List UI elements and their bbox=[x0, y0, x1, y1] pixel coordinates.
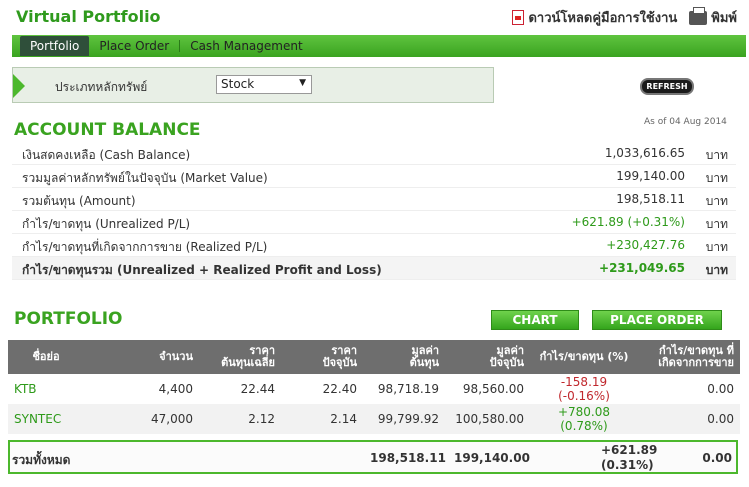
printer-icon bbox=[689, 6, 708, 25]
balance-unit: บาท bbox=[705, 240, 728, 254]
balance-label: กำไร/ขาดทุน (Unrealized P/L) bbox=[22, 217, 191, 231]
balance-row-realized: กำไร/ขาดทุนที่เกิดจากการขาย (Realized P/… bbox=[12, 234, 736, 257]
tab-place-order[interactable]: Place Order bbox=[89, 36, 179, 56]
header-line: ปัจจุบัน bbox=[322, 356, 357, 369]
chart-button[interactable]: CHART bbox=[491, 310, 579, 330]
pl-percent: (0.78%) bbox=[560, 419, 608, 433]
col-header-avg-cost: ราคา ต้นทุนเฉลี่ย bbox=[199, 340, 281, 374]
symbol-link[interactable]: SYNTEC bbox=[8, 404, 84, 434]
account-balance-list: เงินสดคงเหลือ (Cash Balance) 1,033,616.6… bbox=[12, 142, 736, 280]
pl-cell: +780.08 (0.78%) bbox=[530, 404, 638, 434]
balance-label: เงินสดคงเหลือ (Cash Balance) bbox=[22, 148, 191, 162]
market-value-cell: 98,560.00 bbox=[462, 382, 524, 396]
chevron-down-icon: ▼ bbox=[299, 78, 306, 88]
col-header-current-price: ราคา ปัจจุบัน bbox=[281, 340, 363, 374]
security-type-label: ประเภทหลักทรัพย์ bbox=[55, 80, 148, 94]
place-order-button[interactable]: PLACE ORDER bbox=[592, 310, 722, 330]
balance-label: รวมมูลค่าหลักทรัพย์ในปัจจุบัน (Market Va… bbox=[22, 171, 268, 185]
header-line: ปัจจุบัน bbox=[489, 356, 524, 369]
header-line: ต้นทุนเฉลี่ย bbox=[221, 356, 275, 369]
total-pl-percent: (0.31%) bbox=[601, 458, 654, 472]
balance-value: 198,518.11 bbox=[616, 192, 685, 206]
download-manual-label: ดาวน์โหลดคู่มือการใช้งาน bbox=[528, 11, 678, 26]
balance-row-cash: เงินสดคงเหลือ (Cash Balance) 1,033,616.6… bbox=[12, 142, 736, 165]
table-row: KTB 4,400 22.44 22.40 98,718.19 98,560.0… bbox=[8, 374, 740, 404]
pl-amount: -158.19 bbox=[560, 375, 608, 389]
realized-pl-cell: 0.00 bbox=[707, 382, 734, 396]
col-header-symbol: ชื่อย่อ bbox=[8, 340, 84, 374]
total-market-value: 199,140.00 bbox=[454, 451, 530, 465]
balance-label: กำไร/ขาดทุนที่เกิดจากการขาย (Realized P/… bbox=[22, 240, 268, 254]
col-header-cost-value: มูลค่า ต้นทุน bbox=[363, 340, 445, 374]
balance-unit: บาท bbox=[705, 263, 728, 277]
print-label: พิมพ์ bbox=[711, 11, 737, 26]
col-header-market-value: มูลค่า ปัจจุบัน bbox=[445, 340, 530, 374]
balance-unit: บาท bbox=[705, 217, 728, 231]
portfolio-total-row: รวมทั้งหมด 198,518.11 199,140.00 +621.89… bbox=[8, 440, 738, 474]
avg-cost-cell: 2.12 bbox=[199, 404, 281, 434]
print-link[interactable]: พิมพ์ bbox=[689, 6, 737, 28]
total-pl-amount: +621.89 bbox=[601, 443, 658, 457]
table-row: SYNTEC 47,000 2.12 2.14 99,799.92 100,58… bbox=[8, 404, 740, 434]
total-realized-pl: 0.00 bbox=[702, 451, 732, 465]
balance-value: 1,033,616.65 bbox=[604, 146, 685, 160]
download-manual-link[interactable]: ดาวน์โหลดคู่มือการใช้งาน bbox=[512, 7, 677, 28]
balance-value: +231,049.65 bbox=[599, 261, 685, 275]
portfolio-title: PORTFOLIO bbox=[14, 309, 123, 329]
tab-portfolio[interactable]: Portfolio bbox=[20, 36, 90, 56]
market-value-cell: 100,580.00 bbox=[445, 404, 530, 434]
as-of-date: As of 04 Aug 2014 bbox=[644, 117, 727, 127]
quantity-cell: 47,000 bbox=[84, 404, 199, 434]
avg-cost-cell: 22.44 bbox=[240, 382, 275, 396]
app-title: Virtual Portfolio bbox=[16, 7, 161, 26]
current-price-cell: 22.40 bbox=[322, 382, 357, 396]
balance-unit: บาท bbox=[705, 148, 728, 162]
balance-row-market-value: รวมมูลค่าหลักทรัพย์ในปัจจุบัน (Market Va… bbox=[12, 165, 736, 188]
realized-pl-cell: 0.00 bbox=[638, 404, 740, 434]
refresh-button[interactable]: REFRESH bbox=[640, 78, 694, 95]
cost-value-cell: 98,718.19 bbox=[377, 382, 439, 396]
total-label: รวมทั้งหมด bbox=[12, 453, 71, 467]
total-cost-value: 198,518.11 bbox=[370, 451, 446, 465]
balance-row-amount: รวมต้นทุน (Amount) 198,518.11 บาท bbox=[12, 188, 736, 211]
symbol-link[interactable]: KTB bbox=[8, 374, 84, 404]
balance-unit: บาท bbox=[705, 171, 728, 185]
total-pl: +621.89 (0.31%) bbox=[566, 443, 657, 472]
pl-percent: (-0.16%) bbox=[558, 389, 610, 403]
balance-value: +621.89 (+0.31%) bbox=[571, 215, 685, 229]
main-nav: Portfolio Place Order Cash Management bbox=[12, 35, 746, 57]
balance-unit: บาท bbox=[705, 194, 728, 208]
pl-cell: -158.19 (-0.16%) bbox=[530, 374, 638, 404]
header-line: เกิดจากการขาย bbox=[658, 356, 734, 369]
col-header-quantity: จำนวน bbox=[84, 340, 199, 374]
portfolio-table: ชื่อย่อ จำนวน ราคา ต้นทุนเฉลี่ย ราคา ปัจจุ… bbox=[8, 340, 740, 434]
col-header-pl: กำไร/ขาดทุน (%) bbox=[530, 340, 638, 374]
balance-value: 199,140.00 bbox=[616, 169, 685, 183]
balance-value: +230,427.76 bbox=[606, 238, 685, 252]
balance-row-total: กำไร/ขาดทุนรวม (Unrealized + Realized Pr… bbox=[12, 257, 736, 280]
table-header-row: ชื่อย่อ จำนวน ราคา ต้นทุนเฉลี่ย ราคา ปัจจุ… bbox=[8, 340, 740, 374]
tab-cash-management[interactable]: Cash Management bbox=[180, 36, 312, 56]
col-header-realized-pl: กำไร/ขาดทุน ที่ เกิดจากการขาย bbox=[638, 340, 740, 374]
security-type-select[interactable]: Stock ▼ bbox=[216, 75, 312, 94]
account-balance-title: ACCOUNT BALANCE bbox=[14, 120, 201, 140]
pdf-icon bbox=[512, 10, 525, 25]
balance-label: รวมต้นทุน (Amount) bbox=[22, 194, 136, 208]
header-line: ต้นทุน bbox=[409, 356, 439, 369]
current-price-cell: 2.14 bbox=[281, 404, 363, 434]
quantity-cell: 4,400 bbox=[158, 382, 193, 396]
pl-amount: +780.08 bbox=[557, 405, 611, 419]
balance-label: กำไร/ขาดทุนรวม (Unrealized + Realized Pr… bbox=[22, 263, 382, 277]
cost-value-cell: 99,799.92 bbox=[363, 404, 445, 434]
security-type-value: Stock bbox=[221, 77, 255, 91]
security-type-filter: ประเภทหลักทรัพย์ Stock ▼ bbox=[12, 67, 494, 103]
arrow-right-icon bbox=[13, 74, 25, 98]
balance-row-unrealized: กำไร/ขาดทุน (Unrealized P/L) +621.89 (+0… bbox=[12, 211, 736, 234]
page-header: Virtual Portfolio ดาวน์โหลดคู่มือการใช้ง… bbox=[0, 0, 749, 34]
